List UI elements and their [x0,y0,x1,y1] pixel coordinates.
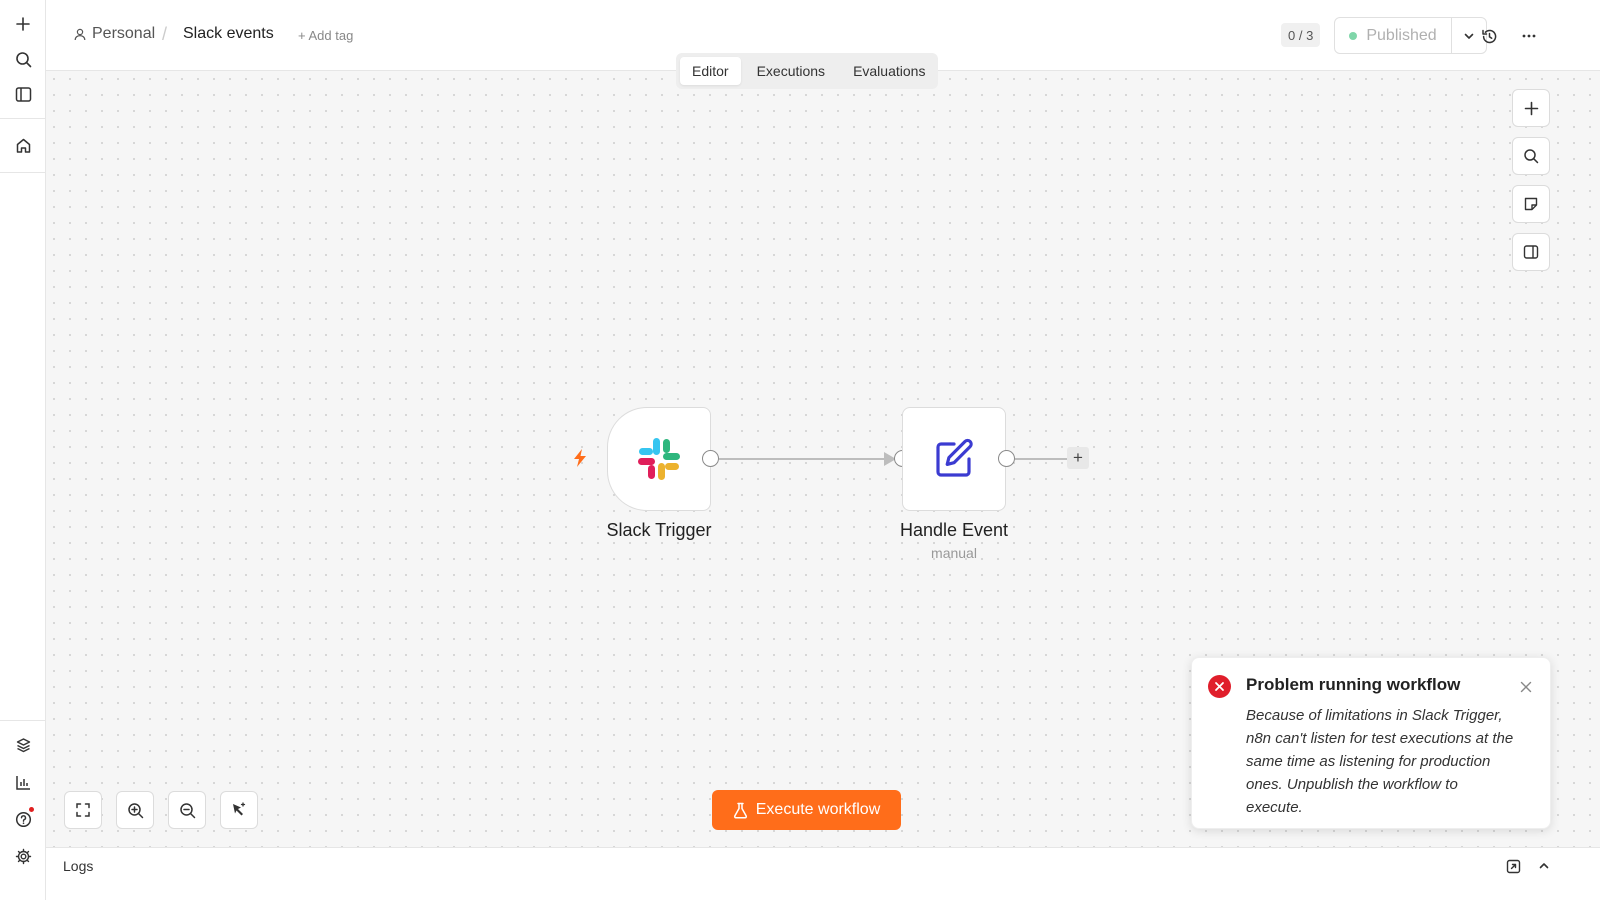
edit-icon [936,438,973,477]
output-port[interactable] [702,450,719,467]
breadcrumb-separator: / [162,24,168,44]
logs-label: Logs [63,858,94,874]
notification-dot [29,807,34,812]
add-tag-button[interactable]: + Add tag [298,28,353,43]
tab-editor[interactable]: Editor [680,57,741,85]
zoom-in-icon[interactable] [116,791,154,829]
zoom-out-icon[interactable] [168,791,206,829]
toast-message: Because of limitations in Slack Trigger,… [1246,707,1514,816]
add-node-button[interactable]: + [1067,447,1089,469]
node-handle-event[interactable] [902,407,1006,511]
left-sidebar [0,0,46,900]
toast-title: Problem running workflow [1246,675,1461,694]
execute-workflow-button[interactable]: Execute workflow [712,790,901,830]
tab-evaluations[interactable]: Evaluations [841,57,937,85]
tab-executions[interactable]: Executions [745,57,837,85]
publish-control: Published [1334,17,1487,54]
search-nodes-icon[interactable] [1512,137,1550,175]
fit-view-icon[interactable] [64,791,102,829]
sidebar-toggle-icon[interactable] [8,79,38,109]
add-node-icon[interactable] [1512,89,1550,127]
breadcrumb-project[interactable]: Personal [74,25,155,43]
more-options-icon[interactable] [1515,22,1543,50]
node-label: Handle Event [899,520,1009,540]
breadcrumb-project-label: Personal [92,25,156,42]
history-icon[interactable] [1475,22,1503,50]
sidebar-divider [0,720,45,721]
trigger-bolt-icon [571,448,589,473]
publish-button[interactable]: Published [1335,18,1452,53]
sidebar-divider [0,118,45,119]
error-icon [1208,675,1231,698]
view-tabs: Editor Executions Evaluations [676,53,938,89]
chevron-up-icon[interactable] [1534,856,1554,876]
search-icon[interactable] [8,44,38,74]
plus-icon[interactable] [8,9,38,39]
node-slack-trigger[interactable] [607,407,711,511]
publish-label: Published [1366,26,1437,44]
slack-logo-icon [638,438,680,480]
insights-icon[interactable] [8,767,38,797]
execute-workflow-label: Execute workflow [755,801,881,818]
close-icon[interactable] [1516,677,1536,697]
sidebar-divider [0,172,45,173]
home-icon[interactable] [8,130,38,160]
pop-out-icon[interactable] [1503,856,1523,876]
panel-toggle-icon[interactable] [1512,233,1550,271]
sticky-note-icon[interactable] [1512,185,1550,223]
user-icon [74,28,86,40]
connection-stub [1015,458,1067,460]
node-label: Slack Trigger [606,520,712,540]
workflow-name[interactable]: Slack events [183,25,274,43]
help-icon[interactable] [8,804,38,834]
templates-icon[interactable] [8,730,38,760]
connection-line[interactable] [719,458,894,460]
logs-panel-bar[interactable]: Logs [46,847,1600,882]
version-counter: 0 / 3 [1281,23,1321,47]
flask-icon [733,802,747,819]
settings-icon[interactable] [8,841,38,871]
tidy-up-icon[interactable] [220,791,258,829]
output-port[interactable] [998,450,1015,467]
published-status-dot [1349,31,1358,40]
node-subtitle: manual [931,545,977,561]
workflow-name-label: Slack events [183,25,274,42]
error-toast: Problem running workflow Because of limi… [1191,657,1551,829]
